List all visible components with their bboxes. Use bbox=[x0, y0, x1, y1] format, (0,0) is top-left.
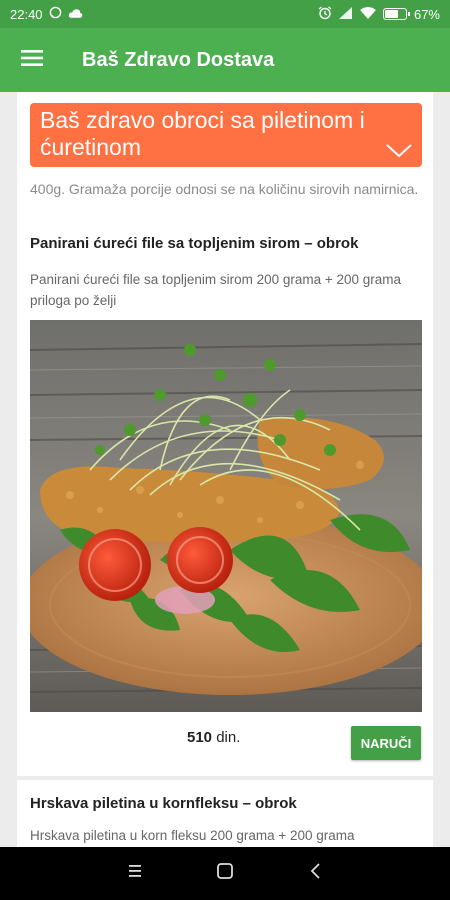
item-description: Hrskava piletina u korn fleksu 200 grama… bbox=[30, 828, 355, 843]
cloud-icon bbox=[68, 7, 83, 22]
battery-icon bbox=[382, 8, 410, 20]
signal-icon bbox=[338, 6, 353, 22]
portion-weight-note: 400g. Gramaža porcije odnosi se na količ… bbox=[30, 181, 419, 197]
item-description: Panirani ćureći file sa topljenim sirom … bbox=[30, 272, 402, 308]
menu-card: Hrskava piletina u kornfleksu – obrok Hr… bbox=[17, 780, 433, 847]
system-nav-bar bbox=[0, 847, 450, 900]
recents-icon bbox=[126, 864, 144, 883]
clock: 22:40 bbox=[10, 6, 43, 22]
wifi-icon bbox=[359, 6, 376, 22]
back-icon bbox=[308, 862, 322, 885]
category-title: Baš zdravo obroci sa piletinom i ćuretin… bbox=[40, 107, 365, 160]
hamburger-menu-icon bbox=[21, 49, 43, 72]
order-button[interactable]: NARUČI bbox=[351, 726, 421, 760]
price-currency: din. bbox=[216, 729, 241, 746]
alarm-icon bbox=[318, 5, 332, 23]
menu-card: Baš zdravo obroci sa piletinom i ćuretin… bbox=[17, 92, 433, 776]
whatsapp-icon bbox=[49, 6, 62, 22]
app-bar: Baš Zdravo Dostava bbox=[0, 28, 450, 92]
nav-home-button[interactable] bbox=[205, 854, 245, 894]
battery-level bbox=[384, 10, 398, 18]
item-price: 510 din. bbox=[187, 729, 240, 746]
price-value: 510 bbox=[187, 729, 213, 746]
nav-back-button[interactable] bbox=[295, 854, 335, 894]
app-title: Baš Zdravo Dostava bbox=[82, 48, 275, 71]
nav-recents-button[interactable] bbox=[115, 854, 155, 894]
status-bar: 22:40 67% bbox=[0, 0, 450, 28]
home-icon bbox=[216, 862, 234, 885]
chevron-down-icon bbox=[386, 137, 412, 164]
menu-content[interactable]: Baš zdravo obroci sa piletinom i ćuretin… bbox=[0, 92, 450, 847]
battery-percent: 67% bbox=[413, 6, 440, 22]
item-photo bbox=[30, 320, 422, 712]
menu-button[interactable] bbox=[0, 28, 64, 92]
item-title: Panirani ćureći file sa topljenim sirom … bbox=[30, 235, 359, 252]
category-header[interactable]: Baš zdravo obroci sa piletinom i ćuretin… bbox=[30, 103, 422, 167]
item-title: Hrskava piletina u kornfleksu – obrok bbox=[30, 795, 297, 812]
